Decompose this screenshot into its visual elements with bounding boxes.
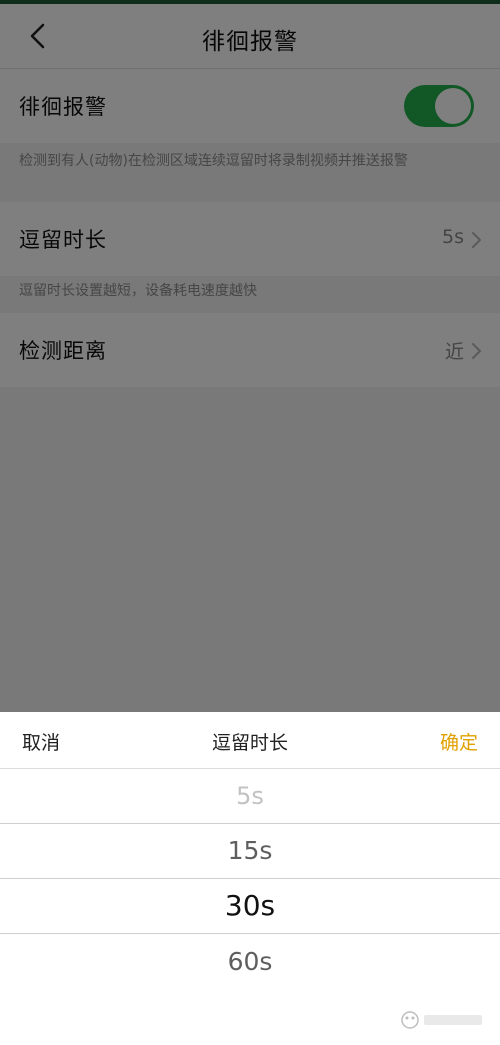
picker-option[interactable]: 60s (0, 947, 500, 976)
duration-picker-sheet: 取消 逗留时长 确定 5s 15s 30s 60s (0, 712, 500, 1045)
confirm-button[interactable]: 确定 (440, 728, 478, 755)
picker-header: 取消 逗留时长 确定 (0, 712, 500, 769)
picker-option-selected[interactable]: 30s (0, 889, 500, 922)
divider (0, 823, 500, 824)
selection-line-top (0, 878, 500, 879)
picker-option[interactable]: 15s (0, 836, 500, 865)
watermark-logo (401, 1011, 482, 1029)
picker-title: 逗留时长 (211, 732, 288, 754)
picker-option[interactable]: 5s (0, 782, 500, 810)
selection-line-bottom (0, 933, 500, 934)
